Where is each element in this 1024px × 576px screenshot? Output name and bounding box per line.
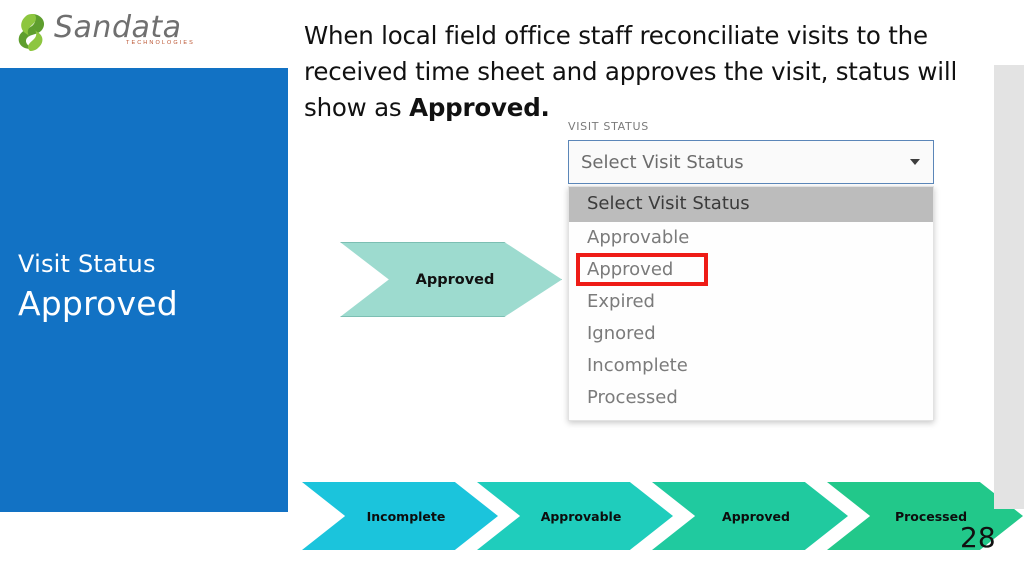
approved-callout-chevron: Approved bbox=[340, 242, 562, 317]
right-edge-gray-bar bbox=[994, 65, 1024, 509]
approved-callout-chevron-shape: Approved bbox=[340, 242, 562, 317]
body-line-3-bold: Approved. bbox=[409, 93, 550, 122]
visit-status-option[interactable]: Ignored bbox=[569, 318, 933, 350]
visit-status-control: VISIT STATUS Select Visit Status Select … bbox=[568, 120, 934, 421]
sandata-logo: Sandata TECHNOLOGIES bbox=[14, 10, 274, 56]
visit-status-label: VISIT STATUS bbox=[568, 120, 649, 133]
body-line-3-prefix: show as bbox=[304, 93, 410, 122]
body-line-2: received time sheet and approves the vis… bbox=[304, 57, 958, 86]
visit-status-option-list: Select Visit Status Approvable Approved … bbox=[568, 186, 934, 421]
visit-status-option-approved[interactable]: Approved bbox=[569, 253, 933, 286]
status-flow-diagram: Incomplete Approvable Approved Processed bbox=[302, 482, 1023, 550]
logo-tagline: TECHNOLOGIES bbox=[126, 40, 195, 46]
visit-status-option[interactable]: Processed bbox=[569, 382, 933, 414]
visit-status-select[interactable]: Select Visit Status bbox=[568, 140, 934, 184]
panel-kicker: Visit Status bbox=[18, 250, 156, 278]
visit-status-option[interactable]: Incomplete bbox=[569, 350, 933, 382]
visit-status-option[interactable]: Approvable bbox=[569, 222, 933, 254]
flow-step-label: Processed bbox=[894, 508, 968, 524]
visit-status-select-value: Select Visit Status bbox=[581, 151, 744, 173]
visit-status-option[interactable]: Select Visit Status bbox=[569, 187, 933, 222]
chevron-down-icon bbox=[910, 159, 920, 165]
panel-title: Approved bbox=[18, 284, 178, 323]
flow-step-label: Approved bbox=[722, 508, 790, 524]
flow-step-label: Approvable bbox=[540, 508, 622, 524]
visit-status-option[interactable]: Expired bbox=[569, 286, 933, 318]
flow-step-incomplete: Incomplete bbox=[302, 482, 498, 550]
flow-step-approved: Approved bbox=[652, 482, 848, 550]
body-paragraph: When local field office staff reconcilia… bbox=[304, 18, 976, 126]
body-line-1: When local field office staff reconcilia… bbox=[304, 21, 928, 50]
slide-canvas: Sandata TECHNOLOGIES Visit Status Approv… bbox=[0, 0, 1024, 576]
flow-step-label: Incomplete bbox=[366, 508, 446, 524]
flow-step-approvable: Approvable bbox=[477, 482, 673, 550]
sandata-s-leaf-logo-icon bbox=[18, 14, 45, 51]
left-blue-panel: Visit Status Approved bbox=[0, 68, 288, 512]
page-number: 28 bbox=[960, 521, 996, 554]
approved-callout-label: Approved bbox=[415, 271, 495, 288]
